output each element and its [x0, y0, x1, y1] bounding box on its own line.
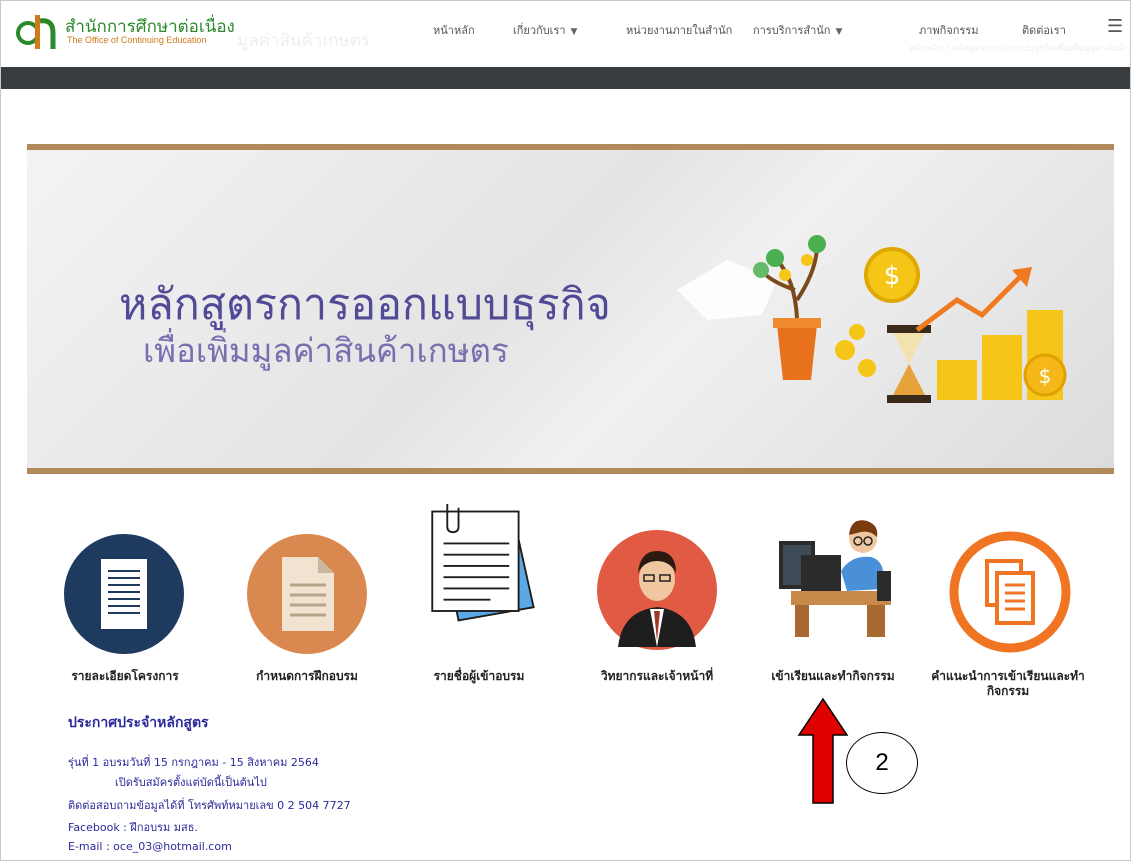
- chevron-down-icon: ▼: [835, 27, 843, 37]
- announcement-email: E-mail : oce_03@hotmail.com: [68, 840, 232, 853]
- breadcrumb-faded: หน้าหลัก / หลักสูตรการออกแบบธุรกิจเพื่อเ…: [909, 44, 1131, 54]
- announcement-session: รุ่นที่ 1 อบรมวันที่ 15 กรกฎาคม - 15 สิง…: [68, 756, 319, 769]
- copy-documents-icon[interactable]: [949, 531, 1071, 653]
- money-growth-illustration: $ $: [677, 235, 1067, 403]
- announcement-registration: เปิดรับสมัครตั้งแต่บัดนี้เป็นต้นไป: [115, 776, 267, 789]
- site-header: สำนักการศึกษาต่อเนื่อง The Office of Con…: [1, 1, 1131, 67]
- nav-about-label: เกี่ยวกับเรา: [513, 24, 566, 37]
- logo-icon[interactable]: [15, 11, 59, 51]
- nav-contact-label: ติดต่อเรา: [1022, 24, 1066, 37]
- list-icon[interactable]: [421, 504, 543, 626]
- card-participant-list[interactable]: รายชื่อผู้เข้าอบรม: [389, 669, 569, 684]
- svg-text:$: $: [1039, 364, 1052, 388]
- up-arrow-icon: [797, 697, 849, 804]
- nav-about[interactable]: เกี่ยวกับเรา ▼: [513, 21, 577, 39]
- hamburger-icon[interactable]: ☰: [1107, 16, 1123, 37]
- page: สำนักการศึกษาต่อเนื่อง The Office of Con…: [0, 0, 1131, 861]
- speaker-icon[interactable]: [596, 529, 718, 651]
- nav-gallery-label: ภาพกิจกรรม: [919, 24, 979, 37]
- card-project-details[interactable]: รายละเอียดโครงการ: [35, 669, 215, 684]
- nav-services-label: การบริการสำนัก: [753, 24, 831, 37]
- nav-gallery[interactable]: ภาพกิจกรรม: [919, 21, 979, 39]
- announcement-contact-phone: ติดต่อสอบถามข้อมูลได้ที่ โทรศัพท์หมายเลข…: [68, 799, 351, 812]
- card-attendance-guide[interactable]: คำแนะนำการเข้าเรียนและทำกิจกรรม: [915, 669, 1101, 699]
- nav-home-label: หน้าหลัก: [433, 24, 475, 37]
- nav-contact[interactable]: ติดต่อเรา: [1022, 21, 1066, 39]
- card-speakers-staff[interactable]: วิทยากรและเจ้าหน้าที่: [567, 669, 747, 684]
- step-marker: 2: [846, 732, 918, 794]
- nav-departments[interactable]: หน่วยงานภายในสำนัก: [626, 21, 732, 39]
- announcement-facebook: Facebook : ฝึกอบรม มสธ.: [68, 821, 198, 834]
- nav-departments-label: หน่วยงานภายในสำนัก: [626, 24, 733, 37]
- header-divider-bar: [1, 67, 1130, 89]
- card-training-schedule[interactable]: กำหนดการฝึกอบรม: [217, 669, 397, 684]
- card-attend-activities[interactable]: เข้าเรียนและทำกิจกรรม: [743, 669, 923, 684]
- document-icon[interactable]: [63, 533, 185, 655]
- course-banner: หลักสูตรการออกแบบธุรกิจ เพื่อเพิ่มมูลค่า…: [27, 144, 1114, 474]
- page-title-faded: มูลค่าสินค้าเกษตร: [237, 31, 370, 51]
- nav-services[interactable]: การบริการสำนัก ▼: [753, 21, 842, 39]
- nav-home[interactable]: หน้าหลัก: [433, 21, 475, 39]
- chevron-down-icon: ▼: [570, 27, 578, 37]
- svg-text:$: $: [884, 261, 901, 291]
- file-icon[interactable]: [246, 533, 368, 655]
- computer-user-icon[interactable]: [771, 511, 901, 641]
- brand-name-english[interactable]: The Office of Continuing Education: [67, 35, 206, 45]
- banner-subtitle: เพื่อเพิ่มมูลค่าสินค้าเกษตร: [143, 331, 509, 370]
- announcement-title: ประกาศประจำหลักสูตร: [68, 715, 209, 731]
